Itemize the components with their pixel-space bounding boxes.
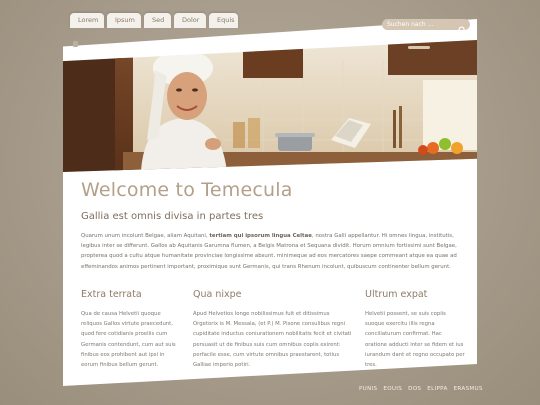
footer-links: PUNIS EOUIS DOS ELIPPA ERASMUS bbox=[359, 386, 483, 392]
footer-link-erasmus[interactable]: ERASMUS bbox=[454, 386, 483, 392]
hero-image bbox=[63, 40, 477, 172]
tab-lorem[interactable]: Lorem bbox=[70, 13, 104, 28]
search-box bbox=[382, 19, 470, 35]
page-title: Welcome to Temecula bbox=[81, 179, 293, 201]
tab-ipsum[interactable]: Ipsum bbox=[107, 13, 141, 28]
column-heading: Extra terrata bbox=[81, 289, 142, 300]
tab-equis[interactable]: Equis bbox=[209, 13, 238, 28]
search-input[interactable] bbox=[382, 19, 457, 30]
footer-link-elippa[interactable]: ELIPPA bbox=[427, 386, 447, 392]
column-text: Helvetii possent, se suis copiis suoque … bbox=[365, 311, 465, 369]
bookmark-icon bbox=[73, 41, 78, 47]
column-heading: Ultrum expat bbox=[365, 289, 428, 300]
tab-sed[interactable]: Sed bbox=[144, 13, 171, 28]
footer-link-punis[interactable]: PUNIS bbox=[359, 386, 377, 392]
column-qua-nixpe: Qua nixpe Apud Helvetios longe nobilissi… bbox=[193, 289, 355, 370]
nav-tabs: Lorem Ipsum Sed Dolor Equis bbox=[70, 13, 238, 29]
footer-link-dos[interactable]: DOS bbox=[408, 386, 421, 392]
column-ultrum-expat: Ultrum expat Helvetii possent, se suis c… bbox=[365, 289, 465, 370]
search-icon[interactable] bbox=[458, 20, 467, 39]
column-text: Apud Helvetios longe nobilissimus fuit e… bbox=[193, 311, 352, 369]
footer-link-eouis[interactable]: EOUIS bbox=[383, 386, 402, 392]
column-text: Qua de causa Helvetii quoque reliquos Ga… bbox=[81, 311, 176, 369]
column-heading: Qua nixpe bbox=[193, 289, 242, 300]
column-extra-terrata: Extra terrata Qua de causa Helvetii quoq… bbox=[81, 289, 181, 370]
intro-highlight: tertiam qui ipsorum lingua Celtae bbox=[209, 233, 312, 239]
tab-dolor[interactable]: Dolor bbox=[174, 13, 206, 28]
intro-text-start: Quarum unum incolunt Belgae, aliam Aquit… bbox=[81, 233, 210, 239]
intro-paragraph: Quarum unum incolunt Belgae, aliam Aquit… bbox=[81, 231, 463, 272]
page-subtitle: Gallia est omnis divisa in partes tres bbox=[81, 211, 264, 222]
